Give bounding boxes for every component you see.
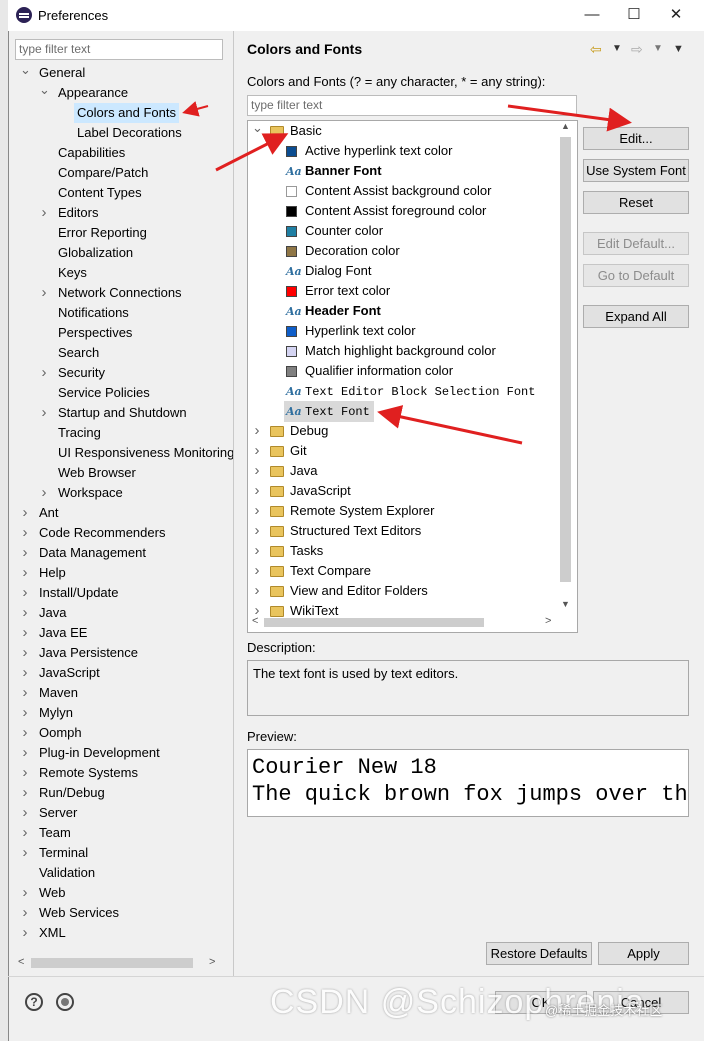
annotation-arrow xyxy=(182,101,209,117)
annotation-arrow xyxy=(377,405,523,445)
annotation-arrow xyxy=(507,104,632,132)
annotation-arrow xyxy=(215,133,289,172)
annotation-arrows xyxy=(182,101,632,445)
